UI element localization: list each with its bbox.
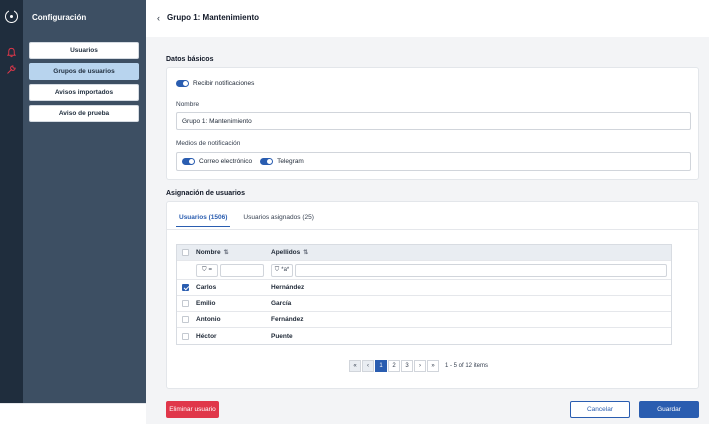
config-sidebar: Configuración Usuarios Grupos de usuario… (23, 0, 146, 403)
users-grid: Nombre ⇅ Apellidos ⇅ ⛉ = ⛉ *a* Carlos He… (176, 244, 672, 345)
filter-icon: ⛉ (201, 266, 207, 273)
sidebar-footer (0, 403, 146, 424)
column-header-nombre[interactable]: Nombre ⇅ (194, 249, 269, 256)
back-chevron-icon[interactable]: ‹ (157, 13, 165, 23)
name-label: Nombre (176, 101, 200, 108)
table-row[interactable]: Emilio García (177, 296, 671, 312)
save-button[interactable]: Guardar (639, 401, 699, 418)
notifications-label: Recibir notificaciones (193, 80, 255, 87)
column-header-apellidos[interactable]: Apellidos ⇅ (269, 249, 671, 256)
row-checkbox[interactable] (182, 300, 189, 307)
last-page-button[interactable]: » (427, 360, 439, 372)
channels-label: Medios de notificación (176, 140, 241, 147)
first-page-button[interactable]: « (349, 360, 361, 372)
bell-icon[interactable] (6, 47, 17, 58)
surname-filter-operator[interactable]: ⛉ *a* (271, 263, 293, 277)
page-1-button[interactable]: 1 (375, 360, 387, 372)
grid-header: Nombre ⇅ Apellidos ⇅ (177, 245, 671, 261)
row-checkbox[interactable] (182, 332, 189, 340)
prev-page-button[interactable]: ‹ (362, 360, 374, 372)
table-row[interactable]: Carlos Hernández (177, 280, 671, 296)
sidebar-item-aviso-de-prueba[interactable]: Aviso de prueba (29, 105, 139, 122)
email-toggle[interactable] (182, 158, 195, 165)
email-label: Correo electrónico (199, 158, 253, 165)
pagination-info: 1 - 5 of 12 items (445, 363, 489, 369)
app-rail (0, 0, 23, 424)
assign-card: Usuarios (1506) Usuarios asignados (25) … (166, 201, 699, 389)
cell-nombre: Emilio (196, 300, 216, 307)
cell-nombre: Héctor (196, 332, 217, 340)
cell-nombre: Antonio (196, 316, 221, 323)
notifications-toggle[interactable] (176, 80, 189, 87)
pagination: « ‹ 1 2 3 › » 1 - 5 of 12 items (349, 360, 488, 372)
cell-apellidos: Fernández (271, 316, 304, 323)
basic-section-title: Datos básicos (166, 56, 214, 63)
sort-icon[interactable]: ⇅ (224, 249, 229, 256)
sidebar-menu: Usuarios Grupos de usuarios Avisos impor… (29, 42, 139, 126)
basic-card: Recibir notificaciones Nombre Grupo 1: M… (166, 67, 699, 180)
top-bar: ‹ Grupo 1: Mantenimiento (146, 0, 709, 37)
telegram-label: Telegram (277, 158, 304, 165)
tab-usuarios-asignados[interactable]: Usuarios asignados (25) (240, 212, 316, 227)
surname-filter-input[interactable] (295, 263, 667, 277)
next-page-button[interactable]: › (414, 360, 426, 372)
cell-apellidos: Puente (271, 332, 293, 340)
cancel-button[interactable]: Cancelar (570, 401, 630, 418)
filter-icon: ⛉ (274, 266, 280, 273)
assign-tabs: Usuarios (1506) Usuarios asignados (25) (176, 212, 317, 227)
sidebar-item-grupos-de-usuarios[interactable]: Grupos de usuarios (29, 63, 139, 80)
sidebar-item-usuarios[interactable]: Usuarios (29, 42, 139, 59)
assign-section-title: Asignación de usuarios (166, 190, 245, 197)
table-row[interactable]: Antonio Fernández (177, 312, 671, 328)
name-filter-operator[interactable]: ⛉ = (196, 263, 218, 277)
wrench-icon[interactable] (6, 64, 17, 75)
sort-icon[interactable]: ⇅ (303, 249, 308, 256)
name-filter-input[interactable] (220, 263, 264, 277)
table-row[interactable]: Héctor Puente (177, 328, 671, 344)
row-checkbox[interactable] (182, 316, 189, 323)
tab-usuarios[interactable]: Usuarios (1506) (176, 212, 231, 227)
page-2-button[interactable]: 2 (388, 360, 400, 372)
telegram-toggle[interactable] (260, 158, 274, 165)
cell-apellidos: García (271, 300, 292, 307)
channels-box: Correo electrónico Telegram (176, 152, 691, 171)
grid-filter-row: ⛉ = ⛉ *a* (177, 261, 671, 280)
name-input[interactable]: Grupo 1: Mantenimiento (176, 112, 691, 130)
sidebar-title: Configuración (32, 13, 87, 22)
delete-user-button[interactable]: Eliminar usuario (166, 401, 219, 418)
page-title: Grupo 1: Mantenimiento (167, 13, 259, 22)
cell-nombre: Carlos (196, 284, 217, 291)
row-checkbox[interactable] (182, 284, 189, 291)
page-3-button[interactable]: 3 (401, 360, 413, 372)
cell-apellidos: Hernández (271, 284, 305, 291)
main-content: ‹ Grupo 1: Mantenimiento Datos básicos R… (146, 0, 709, 424)
sidebar-item-avisos-importados[interactable]: Avisos importados (29, 84, 139, 101)
select-all-checkbox[interactable] (182, 249, 189, 256)
